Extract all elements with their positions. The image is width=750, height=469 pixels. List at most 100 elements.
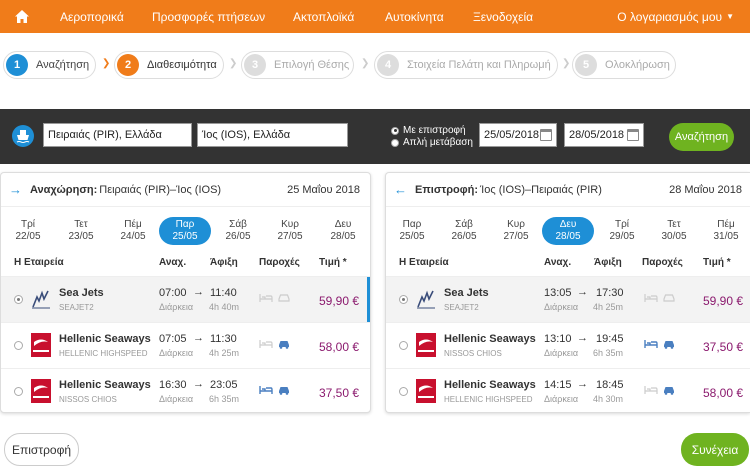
- radio-button[interactable]: [399, 341, 408, 350]
- return-date-input[interactable]: 28/05/2018: [564, 123, 644, 147]
- day-date: 31/05: [713, 231, 739, 242]
- selected-indicator: [367, 277, 370, 323]
- day-tab[interactable]: Παρ 25/05: [387, 217, 437, 245]
- duration-label: Διάρκεια: [159, 302, 194, 312]
- arrow-right-icon: →: [193, 286, 204, 298]
- col-price: Τιμή *: [319, 257, 347, 268]
- step-label: Ολοκλήρωση: [605, 59, 670, 71]
- date-selector: Παρ 25/05 Σάβ 26/05 Κυρ 27/05 Δευ 28/05 Τρί 2…: [386, 217, 750, 245]
- step-number: 4: [377, 54, 399, 76]
- direction-label: Επιστροφή:: [415, 183, 479, 196]
- back-button[interactable]: Επιστροφή: [4, 433, 79, 466]
- day-name: Τετ: [74, 219, 88, 230]
- car-icon: [279, 387, 289, 395]
- duration-value: 4h 40m: [209, 302, 240, 312]
- company-name: Sea Jets: [59, 287, 104, 299]
- seajets-logo: [31, 287, 51, 311]
- nav-cars[interactable]: Αυτοκίνητα: [385, 10, 444, 24]
- depart-date-input[interactable]: 25/05/2018: [479, 123, 557, 147]
- duration-value: 4h 25m: [593, 302, 624, 312]
- arrow-right-icon: →: [577, 286, 588, 298]
- day-tab[interactable]: Σάβ 26/05: [213, 217, 263, 245]
- duration-label: Διάρκεια: [544, 348, 579, 358]
- radio-label: Απλή μετάβαση: [403, 137, 473, 148]
- car-icon: [663, 294, 675, 302]
- arrow-right-icon: →: [577, 378, 588, 390]
- calendar-icon[interactable]: [627, 129, 639, 141]
- col-company: Η Εταιρεία: [399, 257, 449, 268]
- trip-row[interactable]: Hellenic Seaways HELLENIC HIGHSPEED 14:1…: [386, 368, 750, 412]
- trip-row[interactable]: Hellenic Seaways HELLENIC HIGHSPEED 07:0…: [1, 322, 370, 368]
- day-tab[interactable]: Πέμ 24/05: [108, 217, 158, 245]
- arrow-right-icon: →: [9, 182, 22, 197]
- car-icon: [664, 341, 674, 349]
- step-availability[interactable]: 2 Διαθεσιμότητα: [114, 51, 224, 79]
- price: 59,90 €: [703, 294, 744, 308]
- day-date: 25/05: [399, 231, 425, 242]
- step-label: Αναζήτηση: [36, 59, 90, 71]
- return-panel: ← Επιστροφή: Ίος (IOS)–Πειραιάς (PIR) 28…: [385, 172, 750, 413]
- duration-value: 6h 35m: [209, 394, 240, 404]
- nav-flight-offers[interactable]: Προσφορές πτήσεων: [152, 10, 265, 24]
- day-tab[interactable]: Τετ 23/05: [56, 217, 106, 245]
- amenities: [644, 339, 676, 349]
- step-label: Στοιχεία Πελάτη και Πληρωμή: [407, 59, 551, 71]
- day-tab-selected[interactable]: Παρ 25/05: [159, 217, 211, 245]
- continue-button[interactable]: Συνέχεια: [681, 433, 749, 466]
- step-number: 5: [575, 54, 597, 76]
- trip-row[interactable]: Sea Jets SEAJET2 13:05 → 17:30 Διάρκεια …: [386, 276, 750, 322]
- step-search[interactable]: 1 Αναζήτηση: [3, 51, 96, 79]
- day-tab[interactable]: Δευ 28/05: [318, 217, 368, 245]
- trip-row[interactable]: Hellenic Seaways NISSOS CHIOS 13:10 → 19…: [386, 322, 750, 368]
- radio-button[interactable]: [14, 295, 23, 304]
- day-tab[interactable]: Κυρ 27/05: [265, 217, 315, 245]
- price: 37,50 €: [319, 386, 360, 400]
- radio-dot: [391, 126, 399, 135]
- radio-round-trip[interactable]: Με επιστροφή: [391, 125, 466, 136]
- bed-icon: [259, 386, 273, 394]
- day-tab[interactable]: Πέμ 31/05: [701, 217, 750, 245]
- day-tab[interactable]: Τρί 22/05: [3, 217, 53, 245]
- step-number: 3: [244, 54, 266, 76]
- day-date: 23/05: [68, 231, 94, 242]
- duration-value: 4h 30m: [593, 394, 624, 404]
- trip-row[interactable]: Sea Jets SEAJET2 07:00 → 11:40 Διάρκεια …: [1, 276, 370, 323]
- progress-steps: 1 Αναζήτηση ❯ 2 Διαθεσιμότητα ❯ 3 Επιλογ…: [0, 51, 750, 79]
- duration-label: Διάρκεια: [159, 394, 194, 404]
- ship-icon: [12, 125, 34, 147]
- price: 58,00 €: [703, 386, 744, 400]
- home-icon[interactable]: [0, 0, 44, 33]
- price: 37,50 €: [703, 340, 744, 354]
- account-menu[interactable]: Ο λογαριασμός μου ▼: [617, 0, 734, 33]
- search-button[interactable]: Αναζήτηση: [669, 123, 734, 151]
- day-name: Τετ: [667, 219, 681, 230]
- chevron-right-icon: ❯: [102, 58, 111, 69]
- bed-icon: [644, 386, 658, 394]
- trip-row[interactable]: Hellenic Seaways NISSOS CHIOS 16:30 → 23…: [1, 368, 370, 412]
- radio-button[interactable]: [399, 295, 408, 304]
- day-tab-selected[interactable]: Δευ 28/05: [542, 217, 594, 245]
- day-tab[interactable]: Τρί 29/05: [597, 217, 647, 245]
- from-port-input[interactable]: Πειραιάς (PIR), Ελλάδα: [43, 123, 192, 147]
- radio-button[interactable]: [399, 387, 408, 396]
- day-tab[interactable]: Τετ 30/05: [649, 217, 699, 245]
- col-arrival: Άφιξη: [594, 257, 622, 268]
- radio-one-way[interactable]: Απλή μετάβαση: [391, 137, 473, 148]
- nav-hotels[interactable]: Ξενοδοχεία: [473, 10, 533, 24]
- to-port-input[interactable]: Ίος (IOS), Ελλάδα: [197, 123, 348, 147]
- nav-ferries[interactable]: Ακτοπλοϊκά: [293, 10, 354, 24]
- arrival-time: 18:45: [596, 379, 624, 391]
- vessel-name: SEAJET2: [444, 303, 479, 312]
- col-departure: Αναχ.: [159, 257, 187, 268]
- date-selector: Τρί 22/05 Τετ 23/05 Πέμ 24/05 Παρ 25/05 Σάβ 2…: [1, 217, 370, 245]
- hellenic-seaways-logo: [31, 333, 51, 357]
- radio-button[interactable]: [14, 387, 23, 396]
- nav-flights[interactable]: Αεροπορικά: [60, 10, 124, 24]
- day-tab[interactable]: Σάβ 26/05: [439, 217, 489, 245]
- search-bar: Πειραιάς (PIR), Ελλάδα Ίος (IOS), Ελλάδα…: [0, 109, 750, 164]
- radio-button[interactable]: [14, 341, 23, 350]
- step-seat-selection: 3 Επιλογή Θέσης: [241, 51, 354, 79]
- amenities: [259, 339, 291, 349]
- day-tab[interactable]: Κυρ 27/05: [491, 217, 541, 245]
- calendar-icon[interactable]: [540, 129, 552, 141]
